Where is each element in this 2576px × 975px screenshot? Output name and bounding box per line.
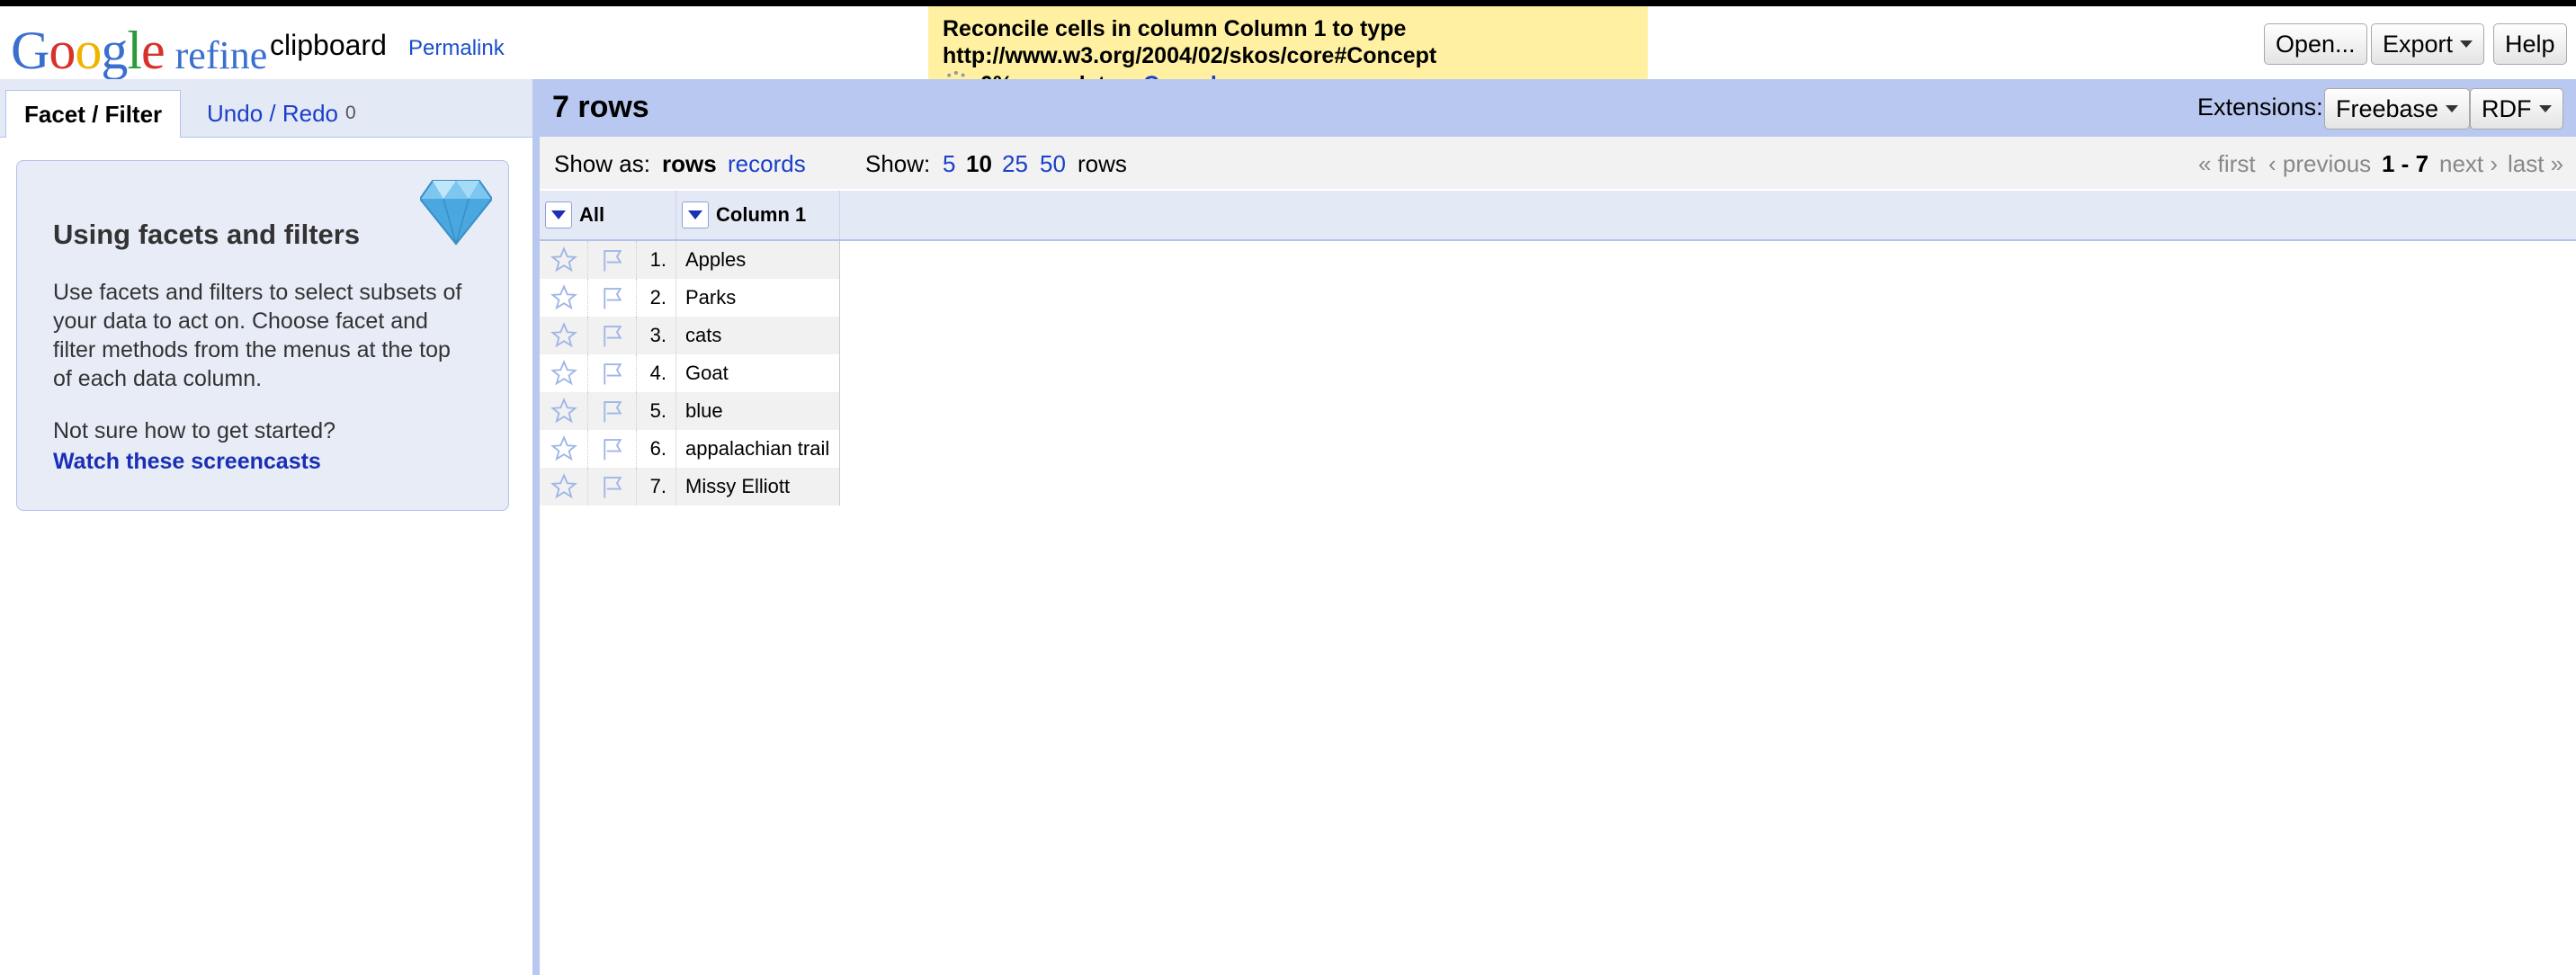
cell-column-1[interactable]: Goat: [676, 354, 840, 392]
freebase-button[interactable]: Freebase: [2324, 88, 2471, 130]
cell-column-1[interactable]: Apples: [676, 241, 840, 279]
undo-count: 0: [344, 103, 356, 123]
column-menu-button-all[interactable]: [545, 201, 572, 228]
star-icon[interactable]: [540, 392, 588, 430]
column-header-column-1[interactable]: Column 1: [676, 191, 840, 239]
row-number: 6.: [637, 430, 676, 468]
tab-undo-redo[interactable]: Undo / Redo 0: [189, 90, 374, 137]
pager-first: « first: [2198, 150, 2256, 177]
column-header-all-label: All: [579, 203, 605, 226]
google-refine-logo[interactable]: Google refine: [11, 20, 268, 80]
table-row: 7. Missy Elliott: [540, 468, 840, 505]
star-icon[interactable]: [540, 354, 588, 392]
pager-next: next ›: [2439, 150, 2499, 177]
help-title: Using facets and filters: [53, 219, 361, 250]
open-button-label: Open...: [2276, 30, 2356, 58]
row-number: 2.: [637, 279, 676, 317]
tab-undo-redo-label: Undo / Redo: [207, 99, 338, 127]
help-button[interactable]: Help: [2493, 23, 2567, 65]
facet-help-box: Using facets and filters Use facets and …: [16, 160, 509, 511]
flag-icon[interactable]: [588, 354, 637, 392]
dropdown-arrow-icon: [688, 210, 702, 219]
freebase-button-label: Freebase: [2336, 94, 2439, 122]
column-header-all[interactable]: All: [540, 191, 676, 239]
show-as-rows: rows: [662, 150, 717, 177]
chevron-down-icon: [2446, 105, 2459, 112]
flag-icon[interactable]: [588, 279, 637, 317]
left-panel: Facet / Filter Undo / Redo 0 Using facets…: [0, 79, 534, 975]
row-number: 5.: [637, 392, 676, 430]
row-number: 4.: [637, 354, 676, 392]
logo-refine: refine: [174, 33, 268, 77]
cell-column-1[interactable]: Missy Elliott: [676, 468, 840, 505]
show-as-records[interactable]: records: [728, 150, 806, 177]
rdf-button[interactable]: RDF: [2470, 88, 2563, 130]
table-row: 6. appalachian trail: [540, 430, 840, 468]
table-row: 3. cats: [540, 317, 840, 354]
top-border: [0, 0, 2576, 6]
table-row: 4. Goat: [540, 354, 840, 392]
diamond-icon: [420, 180, 492, 246]
screencasts-link[interactable]: Watch these screencasts: [53, 449, 321, 474]
notification-line-2: http://www.w3.org/2004/02/skos/core#Conc…: [943, 43, 1437, 68]
show-as-label: Show as:: [554, 150, 650, 177]
page-size-10: 10: [966, 150, 992, 177]
left-tabs: Facet / Filter Undo / Redo 0: [0, 79, 534, 138]
cell-column-1[interactable]: blue: [676, 392, 840, 430]
flag-icon[interactable]: [588, 317, 637, 354]
table-row: 5. blue: [540, 392, 840, 430]
star-icon[interactable]: [540, 279, 588, 317]
star-icon[interactable]: [540, 317, 588, 354]
permalink-link[interactable]: Permalink: [408, 36, 505, 61]
chevron-down-icon: [2460, 40, 2473, 48]
flag-icon[interactable]: [588, 468, 637, 505]
export-button[interactable]: Export: [2371, 23, 2485, 65]
show-label: Show:: [865, 150, 931, 177]
view-options-bar: Show as: rows records Show: 5 10 25 50 r…: [540, 137, 2576, 189]
row-number: 1.: [637, 241, 676, 279]
column-header-column-1-label: Column 1: [716, 203, 807, 226]
pager-previous: ‹ previous: [2268, 150, 2372, 177]
panel-divider[interactable]: [532, 79, 540, 975]
table-row: 1. Apples: [540, 241, 840, 279]
cell-column-1[interactable]: appalachian trail: [676, 430, 840, 468]
project-name[interactable]: clipboard: [270, 29, 387, 62]
pager-last: last »: [2508, 150, 2564, 177]
flag-icon[interactable]: [588, 392, 637, 430]
page-size-25[interactable]: 25: [1002, 150, 1028, 177]
flag-icon[interactable]: [588, 241, 637, 279]
table-row: 2. Parks: [540, 279, 840, 317]
pager-range: 1 - 7: [2382, 150, 2429, 177]
column-menu-button-column-1[interactable]: [682, 201, 709, 228]
dropdown-arrow-icon: [551, 210, 566, 219]
star-icon[interactable]: [540, 468, 588, 505]
star-icon[interactable]: [540, 241, 588, 279]
page-size-5[interactable]: 5: [943, 150, 955, 177]
not-sure-text: Not sure how to get started?: [53, 418, 336, 443]
page-size-50[interactable]: 50: [1040, 150, 1066, 177]
tab-facet-filter[interactable]: Facet / Filter: [5, 90, 182, 138]
row-number: 3.: [637, 317, 676, 354]
logo-google: Google: [11, 21, 165, 80]
rows-suffix: rows: [1078, 150, 1127, 177]
cell-column-1[interactable]: Parks: [676, 279, 840, 317]
row-number: 7.: [637, 468, 676, 505]
open-button[interactable]: Open...: [2264, 23, 2367, 65]
data-rows: 1. Apples 2. Parks 3. cats 4. Goat 5. blue 6. appal…: [540, 241, 840, 505]
help-button-label: Help: [2505, 30, 2555, 58]
help-text: Use facets and filters to select subsets…: [53, 280, 462, 391]
row-count: 7 rows: [552, 90, 649, 124]
notification-line-1: Reconcile cells in column Column 1 to ty…: [943, 16, 1407, 41]
flag-icon[interactable]: [588, 430, 637, 468]
rdf-button-label: RDF: [2482, 94, 2532, 122]
tab-facet-filter-label: Facet / Filter: [24, 100, 163, 128]
table-header: All Column 1: [540, 191, 2576, 241]
star-icon[interactable]: [540, 430, 588, 468]
cell-column-1[interactable]: cats: [676, 317, 840, 354]
extensions-label: Extensions:: [2197, 94, 2323, 121]
chevron-down-icon: [2538, 105, 2552, 112]
export-button-label: Export: [2383, 30, 2454, 58]
grid-header-bar: 7 rows Extensions: Freebase RDF: [540, 79, 2576, 137]
